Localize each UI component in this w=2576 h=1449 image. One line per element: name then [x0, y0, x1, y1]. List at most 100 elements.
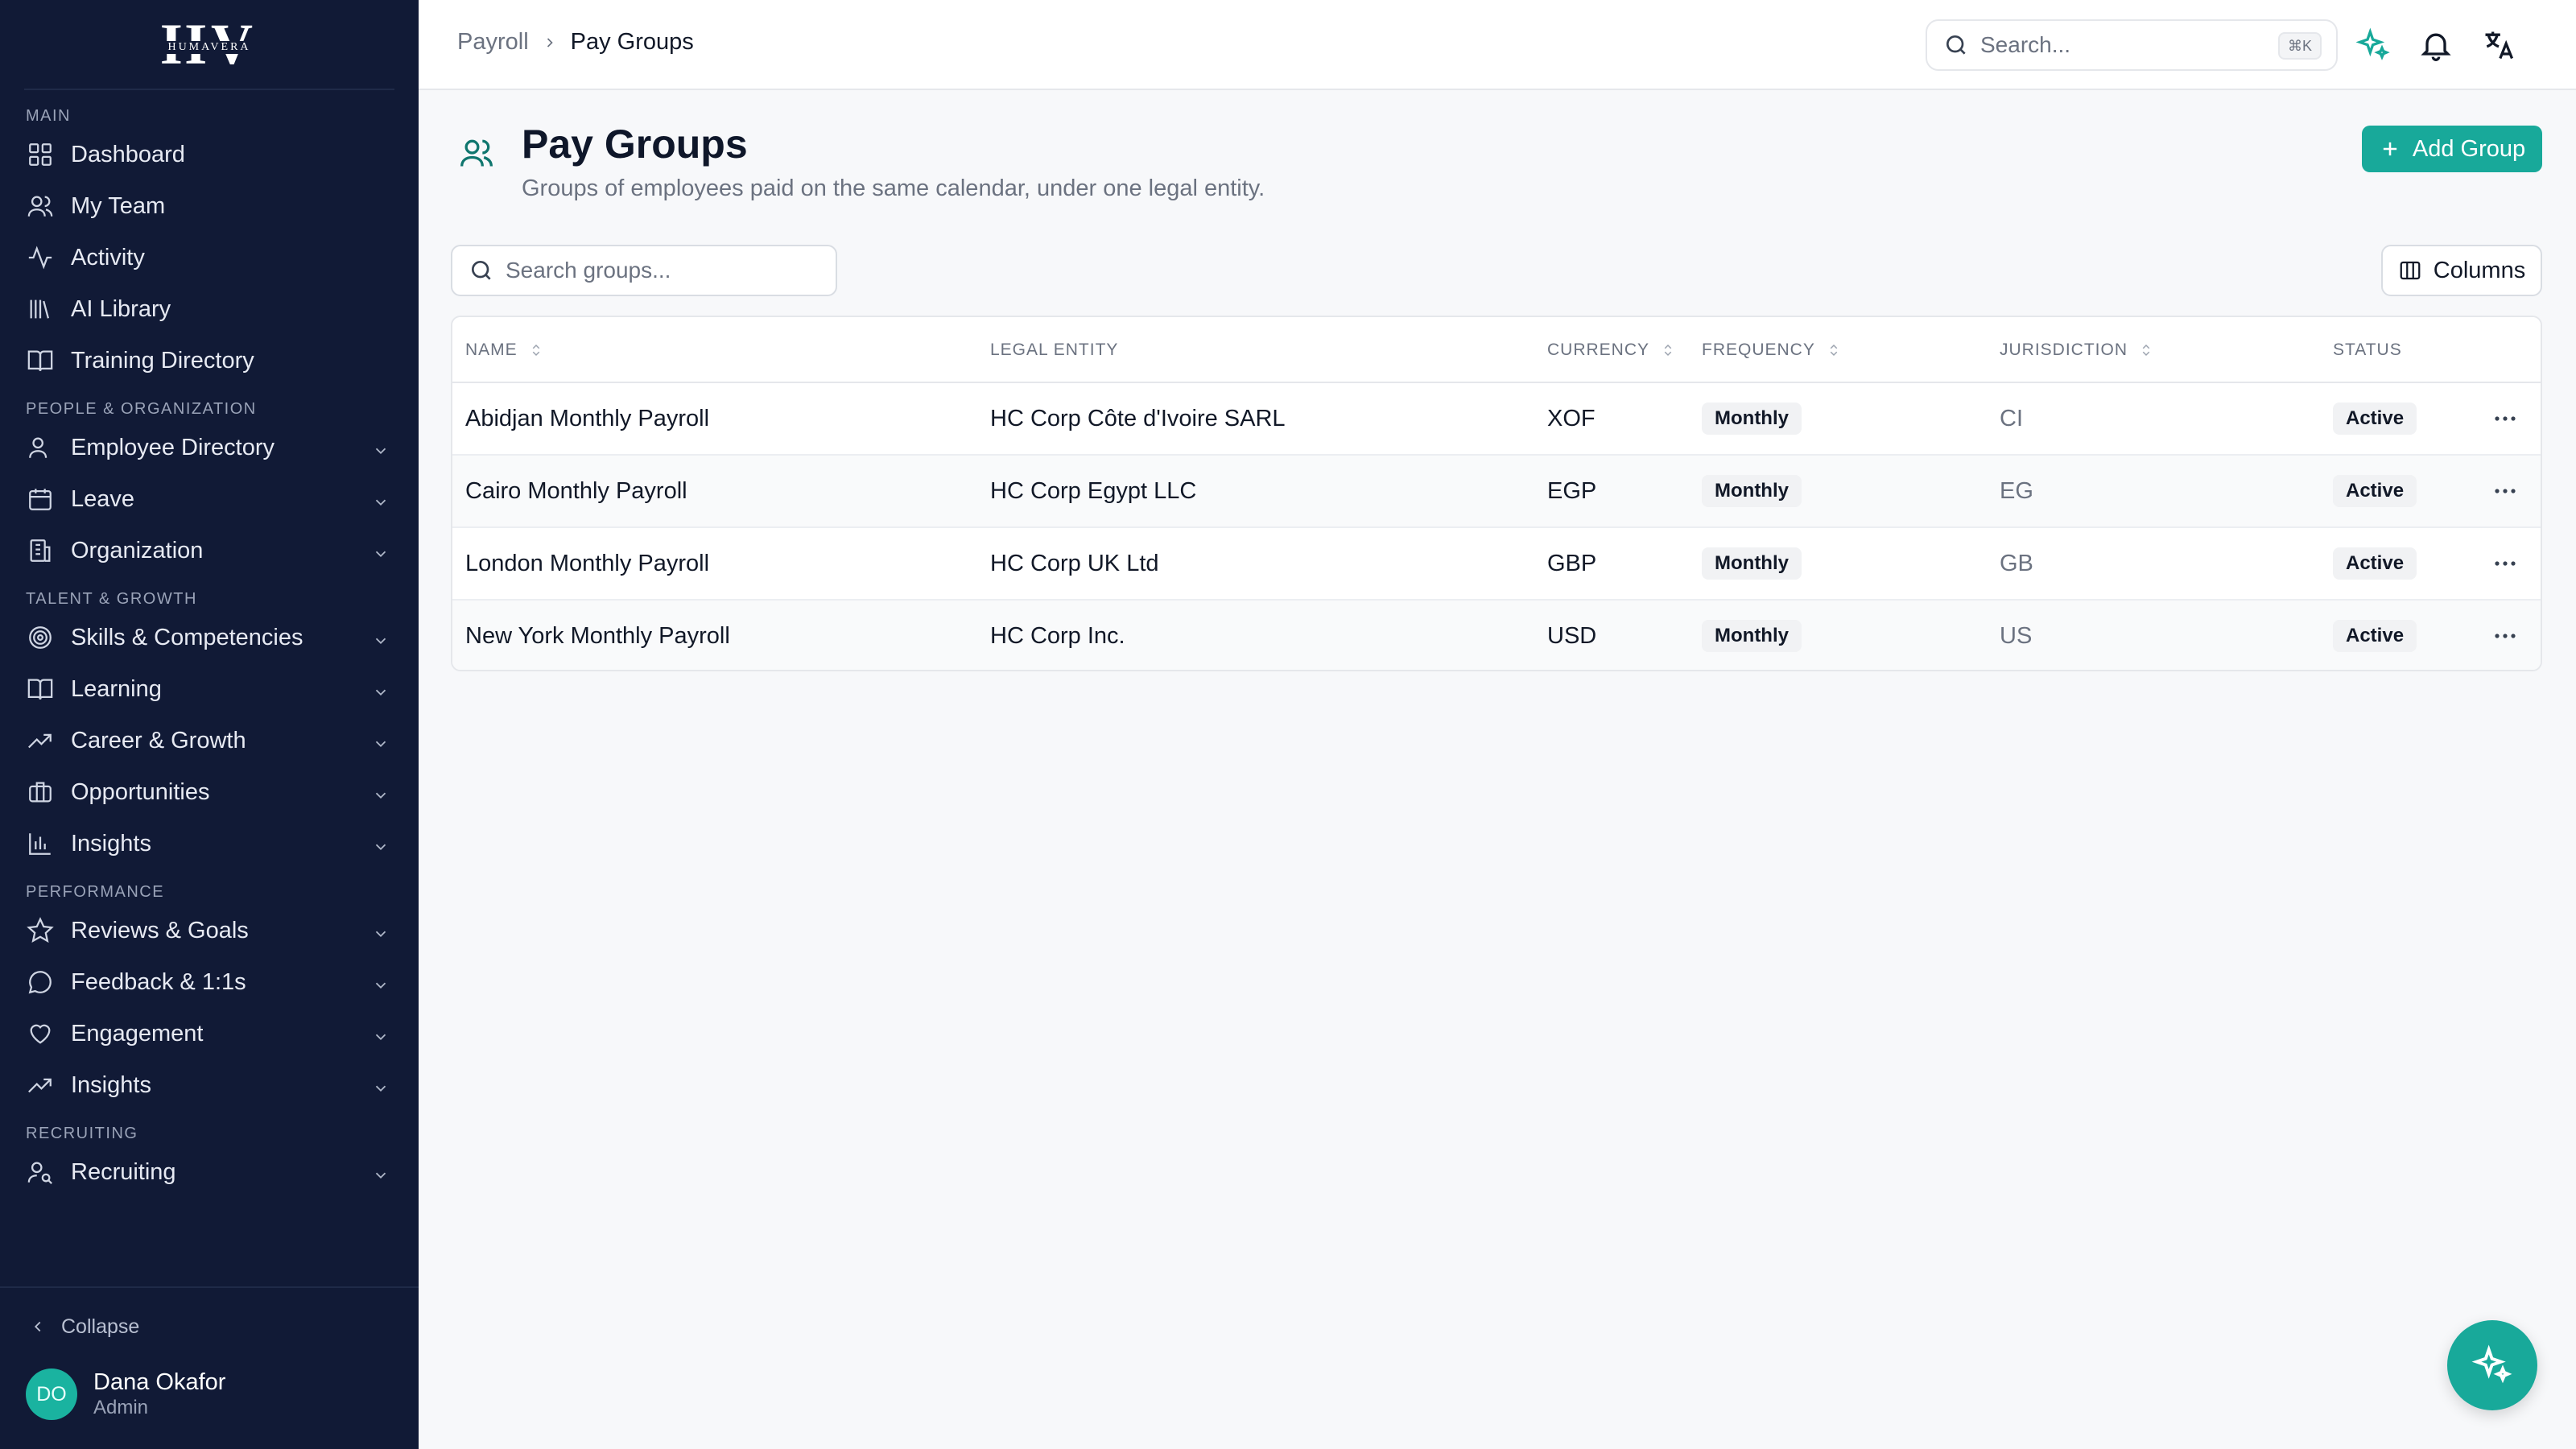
cell-frequency: Monthly	[1702, 383, 1802, 454]
table-row[interactable]: Abidjan Monthly Payroll HC Corp Côte d'I…	[452, 383, 2541, 456]
section-label-people: PEOPLE & ORGANIZATION	[26, 400, 257, 418]
chevron-down-icon[interactable]	[372, 1026, 390, 1043]
chevron-down-icon[interactable]	[372, 923, 390, 940]
user-name: Dana Okafor	[93, 1369, 226, 1395]
columns-button[interactable]: Columns	[2381, 245, 2542, 296]
sidebar-item-organization[interactable]: Organization	[0, 525, 419, 576]
sidebar-item-opportunities[interactable]: Opportunities	[0, 766, 419, 818]
status-badge: Active	[2333, 402, 2417, 435]
cell-legal-entity: HC Corp Côte d'Ivoire SARL	[990, 405, 1286, 431]
cell-frequency: Monthly	[1702, 601, 1802, 670]
sidebar-item-label: Learning	[71, 675, 162, 702]
sidebar-item-training-directory[interactable]: Training Directory	[0, 335, 419, 386]
chevron-down-icon[interactable]	[372, 440, 390, 457]
row-actions-button[interactable]	[2491, 551, 2520, 576]
column-header-jurisdiction[interactable]: JURISDICTION	[2000, 317, 2153, 383]
brand-logo[interactable]: HV HUMAVERA	[24, 0, 394, 90]
column-header-name[interactable]: NAME	[465, 317, 543, 383]
cell-name: New York Monthly Payroll	[465, 622, 730, 649]
chevron-down-icon[interactable]	[372, 974, 390, 992]
sort-icon	[1664, 344, 1672, 357]
search-shortcut-hint: ⌘K	[2277, 32, 2322, 60]
pay-groups-table: NAME LEGAL ENTITY CURRENCY FREQUENCY JUR…	[451, 316, 2542, 671]
cell-frequency: Monthly	[1702, 456, 1802, 526]
row-actions-button[interactable]	[2491, 623, 2520, 649]
row-actions-button[interactable]	[2491, 406, 2520, 431]
sidebar-item-reviews-goals[interactable]: Reviews & Goals	[0, 905, 419, 956]
sidebar-item-my-team[interactable]: My Team	[0, 180, 419, 232]
sidebar-item-label: Activity	[71, 244, 145, 270]
add-group-label: Add Group	[2412, 135, 2526, 162]
table-row[interactable]: London Monthly Payroll HC Corp UK Ltd GB…	[452, 528, 2541, 601]
chevron-down-icon[interactable]	[372, 543, 390, 560]
search-icon	[472, 261, 491, 280]
sort-icon	[2142, 344, 2150, 357]
chevron-down-icon[interactable]	[372, 733, 390, 750]
sidebar-item-label: Opportunities	[71, 778, 210, 805]
table-row[interactable]: Cairo Monthly Payroll HC Corp Egypt LLC …	[452, 456, 2541, 528]
more-horizontal-icon	[2495, 634, 2516, 638]
groups-search[interactable]	[451, 245, 837, 296]
sidebar-item-leave[interactable]: Leave	[0, 473, 419, 525]
sort-icon	[532, 344, 539, 357]
sidebar-item-label: Career & Growth	[71, 727, 246, 753]
sidebar-item-employee-directory[interactable]: Employee Directory	[0, 422, 419, 473]
ai-assistant-button[interactable]	[2447, 1320, 2537, 1410]
ai-sparkles-button[interactable]	[2355, 27, 2391, 63]
global-search-input[interactable]	[1980, 32, 2270, 58]
chevron-down-icon[interactable]	[372, 836, 390, 853]
sparkles-icon	[2355, 27, 2390, 60]
breadcrumb-payroll[interactable]: Payroll	[457, 29, 529, 56]
table-header: NAME LEGAL ENTITY CURRENCY FREQUENCY JUR…	[452, 317, 2541, 383]
more-horizontal-icon	[2495, 489, 2516, 493]
sidebar-item-feedback[interactable]: Feedback & 1:1s	[0, 956, 419, 1008]
column-header-frequency[interactable]: FREQUENCY	[1702, 317, 1841, 383]
message-circle-icon	[26, 968, 55, 997]
avatar: DO	[26, 1368, 77, 1420]
chevron-down-icon[interactable]	[372, 784, 390, 802]
status-badge: Active	[2333, 475, 2417, 507]
collapse-button[interactable]: Collapse	[29, 1312, 139, 1341]
sidebar-item-label: Recruiting	[71, 1158, 176, 1185]
user-profile[interactable]: DO Dana Okafor Admin	[26, 1368, 225, 1420]
chevron-down-icon[interactable]	[372, 681, 390, 699]
cell-currency: USD	[1547, 622, 1597, 649]
cell-currency: XOF	[1547, 405, 1596, 431]
sidebar-item-talent-insights[interactable]: Insights	[0, 818, 419, 869]
chevron-down-icon[interactable]	[372, 630, 390, 647]
sidebar-item-performance-insights[interactable]: Insights	[0, 1059, 419, 1111]
global-search[interactable]: ⌘K	[1926, 19, 2338, 71]
sidebar-item-dashboard[interactable]: Dashboard	[0, 129, 419, 180]
cell-jurisdiction: GB	[2000, 550, 2033, 576]
section-label-talent: TALENT & GROWTH	[26, 590, 197, 608]
table-row[interactable]: New York Monthly Payroll HC Corp Inc. US…	[452, 601, 2541, 670]
cell-status: Active	[2333, 528, 2417, 599]
collapse-label: Collapse	[61, 1315, 140, 1338]
row-actions-button[interactable]	[2491, 478, 2520, 504]
chevron-down-icon[interactable]	[372, 491, 390, 509]
dashboard-icon	[26, 140, 55, 169]
column-header-label: LEGAL ENTITY	[990, 341, 1119, 359]
sidebar-item-label: Engagement	[71, 1020, 204, 1046]
groups-search-input[interactable]	[506, 258, 828, 283]
add-group-button[interactable]: Add Group	[2362, 126, 2542, 172]
heart-icon	[26, 1019, 55, 1048]
chevron-down-icon[interactable]	[372, 1077, 390, 1095]
column-header-currency[interactable]: CURRENCY	[1547, 317, 1675, 383]
sidebar-item-engagement[interactable]: Engagement	[0, 1008, 419, 1059]
notifications-button[interactable]	[2418, 27, 2454, 63]
section-label-main: MAIN	[26, 107, 71, 125]
logo-wordmark: HUMAVERA	[157, 41, 262, 54]
sidebar-item-ai-library[interactable]: AI Library	[0, 283, 419, 335]
bell-icon	[2421, 33, 2451, 61]
sidebar-item-learning[interactable]: Learning	[0, 663, 419, 715]
sidebar-item-recruiting[interactable]: Recruiting	[0, 1146, 419, 1198]
sidebar-item-activity[interactable]: Activity	[0, 232, 419, 283]
language-button[interactable]	[2481, 27, 2516, 63]
sidebar-item-career-growth[interactable]: Career & Growth	[0, 715, 419, 766]
chevron-down-icon[interactable]	[372, 1164, 390, 1182]
sidebar-item-label: Insights	[71, 830, 151, 857]
book-open-icon	[26, 346, 55, 375]
sidebar-item-skills[interactable]: Skills & Competencies	[0, 612, 419, 663]
building-icon	[26, 536, 55, 565]
